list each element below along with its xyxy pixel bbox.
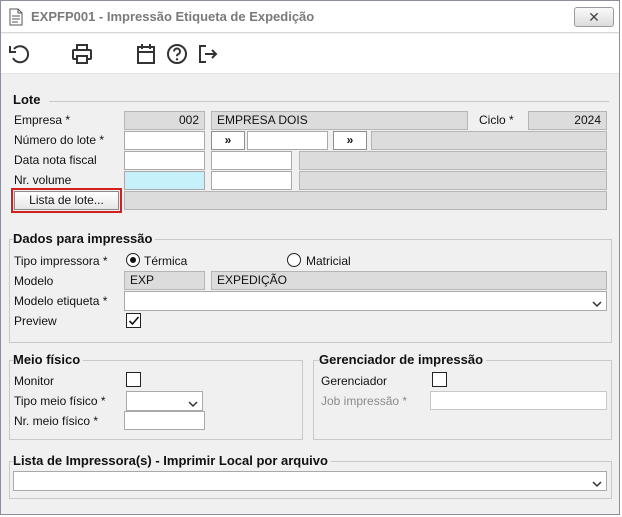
- lista-lote-field: [124, 191, 607, 210]
- printer-icon[interactable]: [70, 42, 94, 66]
- nr-meio-fisico-label: Nr. meio físico *: [14, 414, 99, 428]
- ciclo-label: Ciclo *: [479, 113, 514, 127]
- numero-lote-end-button[interactable]: »: [333, 131, 367, 150]
- checkmark-icon: [128, 316, 140, 326]
- nr-meio-fisico-input[interactable]: [124, 411, 205, 430]
- dialog-window: EXPFP001 - Impressão Etiqueta de Expediç…: [0, 0, 620, 515]
- close-button[interactable]: ✕: [574, 7, 614, 27]
- numero-lote-label: Número do lote *: [14, 133, 105, 147]
- preview-label: Preview: [14, 314, 57, 328]
- modelo-name-field: EXPEDIÇÃO: [211, 271, 607, 290]
- gerenciador-label: Gerenciador: [321, 374, 388, 388]
- nr-volume-desc-field: [299, 171, 607, 190]
- job-impressao-label: Job impressão *: [321, 394, 408, 408]
- dados-section-title: Dados para impressão: [13, 231, 156, 246]
- chevron-down-icon: [592, 297, 602, 311]
- tipo-meio-fisico-label: Tipo meio físico *: [14, 394, 106, 408]
- modelo-etiqueta-label: Modelo etiqueta *: [14, 294, 108, 308]
- preview-checkbox[interactable]: [126, 313, 141, 328]
- termica-label: Térmica: [144, 254, 188, 268]
- data-nota-label: Data nota fiscal: [14, 153, 97, 167]
- close-icon: ✕: [588, 9, 600, 25]
- monitor-checkbox[interactable]: [126, 372, 141, 387]
- document-icon: [8, 8, 24, 29]
- gerenciador-checkbox[interactable]: [432, 372, 447, 387]
- modelo-label: Modelo: [14, 274, 54, 288]
- lista-lote-button[interactable]: Lista de lote...: [14, 191, 119, 210]
- meio-fisico-title: Meio físico: [13, 352, 84, 367]
- undo-icon[interactable]: [7, 42, 31, 66]
- exit-icon[interactable]: [196, 42, 220, 66]
- tipo-meio-fisico-select[interactable]: [126, 391, 203, 411]
- data-nota-input[interactable]: [124, 151, 205, 170]
- numero-lote-end-input[interactable]: [247, 131, 328, 150]
- chevron-down-icon: [188, 397, 198, 411]
- help-icon[interactable]: [165, 42, 189, 66]
- matricial-label: Matricial: [306, 254, 351, 268]
- empresa-label: Empresa *: [14, 113, 71, 127]
- monitor-label: Monitor: [14, 374, 55, 388]
- lista-impressoras-title: Lista de Impressora(s) - Imprimir Local …: [13, 453, 331, 468]
- nr-volume-input[interactable]: [124, 171, 205, 190]
- nr-volume-label: Nr. volume: [14, 173, 72, 187]
- lista-impressoras-select[interactable]: [13, 471, 607, 491]
- gerenciador-title: Gerenciador de impressão: [319, 352, 487, 367]
- nr-volume-end-input[interactable]: [211, 171, 292, 190]
- lote-section-title: Lote: [13, 92, 44, 107]
- tipo-impressora-label: Tipo impressora *: [14, 254, 108, 268]
- numero-lote-start-button[interactable]: »: [211, 131, 245, 150]
- ciclo-field: 2024: [528, 111, 607, 130]
- calendar-icon[interactable]: [134, 42, 158, 66]
- empresa-code-field: 002: [124, 111, 205, 130]
- numero-lote-input[interactable]: [124, 131, 205, 150]
- data-nota-desc-field: [299, 151, 607, 170]
- window-title: EXPFP001 - Impressão Etiqueta de Expediç…: [31, 9, 315, 24]
- matricial-radio[interactable]: [287, 253, 301, 267]
- toolbar: [1, 34, 619, 74]
- chevron-down-icon: [592, 477, 602, 491]
- numero-lote-desc-field: [371, 131, 607, 150]
- modelo-etiqueta-select[interactable]: [124, 291, 607, 311]
- lote-separator: [49, 101, 609, 102]
- title-bar: EXPFP001 - Impressão Etiqueta de Expediç…: [1, 1, 619, 33]
- modelo-code-field: EXP: [124, 271, 205, 290]
- empresa-name-field: EMPRESA DOIS: [211, 111, 468, 130]
- data-nota-end-input[interactable]: [211, 151, 292, 170]
- job-impressao-input[interactable]: [430, 391, 607, 410]
- termica-radio[interactable]: [126, 253, 140, 267]
